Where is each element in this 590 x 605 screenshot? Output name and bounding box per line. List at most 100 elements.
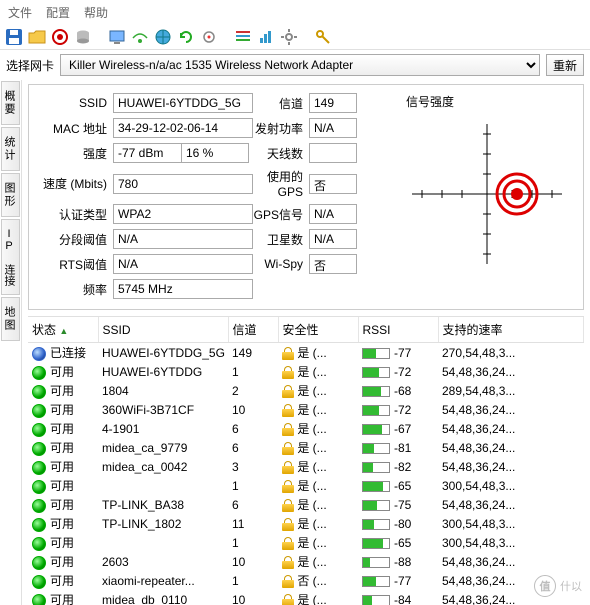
table-row[interactable]: 已连接HUAWEI-6YTDDG_5G149 是 (...-77270,54,4… (28, 343, 584, 363)
table-row[interactable]: 可用HUAWEI-6YTDDG1 是 (...-7254,48,36,24... (28, 362, 584, 381)
speed-label: 速度 (Mbits) (35, 175, 113, 192)
gpssig-value: N/A (309, 204, 357, 224)
menu-bar: 文件 配置 帮助 (0, 0, 590, 25)
antenna-value (309, 143, 357, 163)
table-row[interactable]: 可用midea_ca_97796 是 (...-8154,48,36,24... (28, 438, 584, 457)
status-dot-icon (32, 556, 46, 570)
rssi-bar-icon (362, 557, 390, 568)
lock-icon (282, 594, 294, 605)
frag-label: 分段阈值 (35, 231, 113, 248)
frag-value: N/A (113, 229, 253, 249)
status-dot-icon (32, 461, 46, 475)
save-icon[interactable] (4, 27, 24, 47)
tab-graph[interactable]: 图形 (1, 173, 20, 217)
status-dot-icon (32, 518, 46, 532)
freq-value: 5745 MHz (113, 279, 253, 299)
lock-icon (282, 480, 294, 493)
table-row[interactable]: 可用TP-LINK_180211 是 (...-80300,54,48,3... (28, 514, 584, 533)
gps-label: 使用的GPS (253, 168, 309, 199)
col-channel[interactable]: 信道 (228, 317, 278, 343)
wispy-label: Wi-Spy (253, 257, 309, 271)
mac-label: MAC 地址 (35, 120, 113, 137)
lock-icon (282, 366, 294, 379)
strength-label: 强度 (35, 145, 113, 162)
rssi-bar-icon (362, 367, 390, 378)
speed-value: 780 (113, 174, 253, 194)
table-row[interactable]: 可用18042 是 (...-68289,54,48,3... (28, 381, 584, 400)
tab-stats[interactable]: 统计 (1, 127, 20, 171)
lock-icon (282, 404, 294, 417)
pc-icon[interactable] (107, 27, 127, 47)
col-status[interactable]: 状态 ▲ (28, 317, 98, 343)
strength-value: -77 dBm (113, 143, 181, 163)
lock-icon (282, 423, 294, 436)
freq-label: 频率 (35, 281, 113, 298)
toolbar (0, 25, 590, 50)
tab-summary[interactable]: 概要 (1, 81, 20, 125)
rssi-bar-icon (362, 500, 390, 511)
rssi-bar-icon (362, 481, 390, 492)
ssid-value: HUAWEI-6YTDDG_5G (113, 93, 253, 113)
globe-icon[interactable] (153, 27, 173, 47)
table-row[interactable]: 可用4-19016 是 (...-6754,48,36,24... (28, 419, 584, 438)
refresh-icon[interactable] (176, 27, 196, 47)
signal-radar (402, 114, 572, 274)
auth-label: 认证类型 (35, 206, 113, 223)
lock-icon (282, 556, 294, 569)
channel-value: 149 (309, 93, 357, 113)
strength-pct: 16 % (181, 143, 249, 163)
lock-icon (282, 461, 294, 474)
table-row[interactable]: 可用TP-LINK_BA386 是 (...-7554,48,36,24... (28, 495, 584, 514)
table-row[interactable]: 可用1 是 (...-65300,54,48,3... (28, 476, 584, 495)
rssi-bar-icon (362, 462, 390, 473)
tab-map[interactable]: 地图 (1, 297, 20, 341)
col-ssid[interactable]: SSID (98, 317, 228, 343)
menu-config[interactable]: 配置 (46, 4, 70, 21)
txpwr-value: N/A (309, 118, 357, 138)
ssid-label: SSID (35, 96, 113, 110)
table-row[interactable]: 可用midea_db_011010 是 (...-8454,48,36,24..… (28, 590, 584, 605)
list-icon[interactable] (233, 27, 253, 47)
col-rssi[interactable]: RSSI (358, 317, 438, 343)
lock-icon (282, 499, 294, 512)
db-icon[interactable] (73, 27, 93, 47)
key-icon[interactable] (313, 27, 333, 47)
table-row[interactable]: 可用xiaomi-repeater...1 否 (...-7754,48,36,… (28, 571, 584, 590)
channel-label: 信道 (253, 95, 309, 112)
signal-strength-title: 信号强度 (402, 93, 577, 110)
rssi-bar-icon (362, 595, 390, 605)
table-row[interactable]: 可用1 是 (...-65300,54,48,3... (28, 533, 584, 552)
table-row[interactable]: 可用260310 是 (...-8854,48,36,24... (28, 552, 584, 571)
target-icon[interactable] (50, 27, 70, 47)
status-dot-icon (32, 442, 46, 456)
wispy-value: 否 (309, 254, 357, 274)
txpwr-label: 发射功率 (253, 120, 309, 137)
tab-ipconn[interactable]: IP 连接 (1, 219, 20, 295)
rssi-bar-icon (362, 348, 390, 359)
col-rates[interactable]: 支持的速率 (438, 317, 584, 343)
gps-icon[interactable] (199, 27, 219, 47)
rts-label: RTS阈值 (35, 256, 113, 273)
status-dot-icon (32, 499, 46, 513)
adapter-select[interactable]: Killer Wireless-n/a/ac 1535 Wireless Net… (60, 54, 540, 76)
gpssig-label: GPS信号 (253, 206, 309, 223)
networks-table: 状态 ▲ SSID 信道 安全性 RSSI 支持的速率 已连接HUAWEI-6Y… (28, 317, 584, 605)
adapter-label: 选择网卡 (6, 57, 54, 74)
wifi-icon[interactable] (130, 27, 150, 47)
gear-icon[interactable] (279, 27, 299, 47)
lock-icon (282, 442, 294, 455)
folder-icon[interactable] (27, 27, 47, 47)
menu-help[interactable]: 帮助 (84, 4, 108, 21)
table-row[interactable]: 可用midea_ca_00423 是 (...-8254,48,36,24... (28, 457, 584, 476)
table-row[interactable]: 可用360WiFi-3B71CF10 是 (...-7254,48,36,24.… (28, 400, 584, 419)
refresh-button[interactable]: 重新 (546, 54, 584, 76)
status-dot-icon (32, 404, 46, 418)
status-dot-icon (32, 385, 46, 399)
gps-value: 否 (309, 174, 357, 194)
chart-icon[interactable] (256, 27, 276, 47)
sat-label: 卫星数 (253, 231, 309, 248)
rssi-bar-icon (362, 405, 390, 416)
col-security[interactable]: 安全性 (278, 317, 358, 343)
lock-icon (282, 537, 294, 550)
menu-file[interactable]: 文件 (8, 4, 32, 21)
